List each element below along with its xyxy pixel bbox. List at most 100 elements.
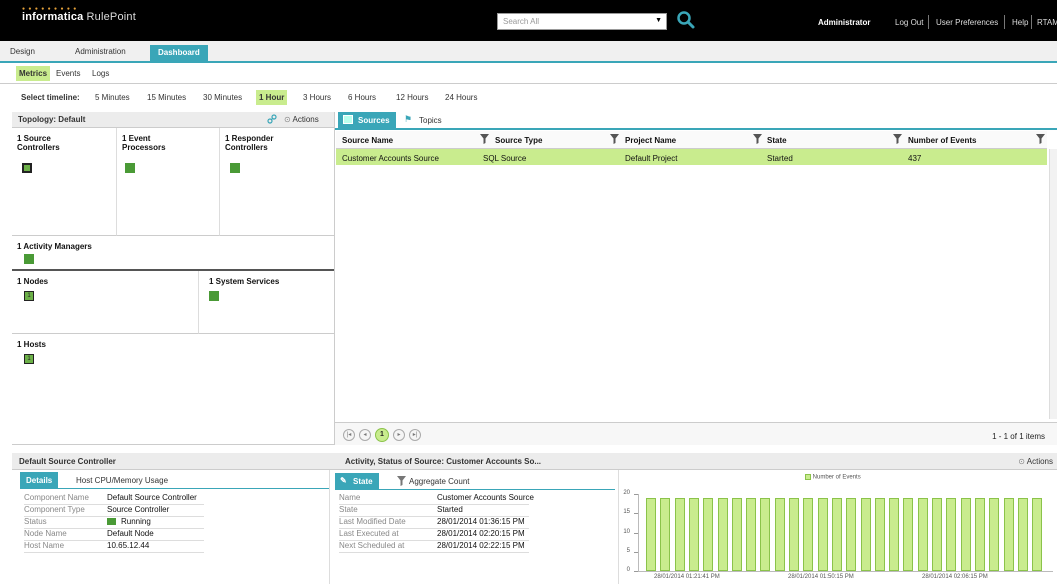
nodes-label: 1 Nodes — [17, 277, 49, 286]
col-source-name[interactable]: Source Name — [342, 133, 393, 149]
separator — [1004, 15, 1005, 29]
source-controllers-cell[interactable]: 1 Source Controllers — [12, 128, 117, 236]
chart-bar[interactable] — [774, 497, 785, 571]
tab-details[interactable]: Details — [20, 472, 59, 488]
y-tick-label: 0 — [626, 567, 630, 573]
hosts-cell[interactable]: 1 Hosts 1 — [12, 334, 334, 445]
tab-design[interactable]: Design — [10, 47, 35, 56]
first-page-button[interactable]: |◂ — [343, 429, 355, 441]
system-services-cell[interactable]: 1 System Services — [199, 271, 334, 334]
last-page-button[interactable]: ▸| — [409, 429, 421, 441]
timeline-6-hours[interactable]: 6 Hours — [348, 93, 376, 102]
chart-bar[interactable] — [646, 497, 656, 571]
main-tabs: Design Administration Dashboard — [0, 41, 1057, 63]
chart-bar[interactable] — [960, 497, 971, 571]
chart-bar[interactable] — [846, 497, 857, 571]
chart-bar[interactable] — [1017, 497, 1028, 571]
timeline-15-minutes[interactable]: 15 Minutes — [147, 93, 186, 102]
tab-aggregate-count[interactable]: Aggregate Count — [393, 473, 476, 489]
controller-panel-header: Default Source Controller — [12, 453, 329, 470]
chart-bar[interactable] — [889, 497, 900, 571]
tab-underline — [335, 489, 615, 490]
tab-sources[interactable]: Sources — [338, 112, 396, 128]
system-service-status[interactable] — [209, 291, 219, 301]
event-processors-cell[interactable]: 1 Event Processors — [117, 128, 220, 236]
search-dropdown-icon[interactable]: ▼ — [655, 17, 662, 24]
col-source-type[interactable]: Source Type — [483, 133, 542, 149]
chart-bar[interactable] — [817, 497, 828, 571]
chart-bar[interactable] — [660, 497, 671, 571]
chart-bar[interactable] — [974, 497, 985, 571]
search-icon[interactable] — [676, 10, 696, 30]
current-page[interactable]: 1 — [375, 428, 389, 442]
subtab-metrics[interactable]: Metrics — [16, 66, 51, 81]
timeline-12-hours[interactable]: 12 Hours — [396, 93, 428, 102]
tab-dashboard[interactable]: Dashboard — [150, 45, 208, 62]
scrollbar[interactable] — [1049, 149, 1057, 419]
chart-bar[interactable] — [703, 497, 714, 571]
responder-controller-status[interactable] — [230, 163, 240, 173]
rtam-link[interactable]: RTAM — [1037, 18, 1057, 27]
chart-bar[interactable] — [688, 497, 699, 571]
timeline-3-hours[interactable]: 3 Hours — [303, 93, 331, 102]
logout-link[interactable]: Log Out — [895, 18, 923, 27]
table-row[interactable] — [336, 149, 1047, 165]
search-input[interactable]: Search All ▼ — [497, 13, 667, 30]
controller-panel-title: Default Source Controller — [19, 457, 116, 466]
subtab-events[interactable]: Events — [56, 69, 80, 78]
detail-value: Default Source Controller — [107, 493, 197, 502]
chart-bar[interactable] — [1032, 497, 1043, 571]
row-divider — [339, 552, 529, 553]
activity-managers-cell[interactable]: 1 Activity Managers — [12, 236, 334, 271]
chart-bar[interactable] — [946, 497, 957, 571]
timeline-24-hours[interactable]: 24 Hours — [445, 93, 477, 102]
help-link[interactable]: Help — [1012, 18, 1028, 27]
actions-menu[interactable]: ⊙ Actions — [284, 115, 319, 124]
responder-controllers-cell[interactable]: 1 Responder Controllers — [220, 128, 334, 236]
timeline-30-minutes[interactable]: 30 Minutes — [203, 93, 242, 102]
filter-icon[interactable] — [1036, 134, 1045, 144]
user-preferences-link[interactable]: User Preferences — [936, 18, 998, 27]
tab-state[interactable]: ✎ State — [335, 473, 379, 489]
chart-bar[interactable] — [674, 497, 685, 571]
tab-topics[interactable]: ⚑ Topics — [399, 112, 448, 128]
chart-bar[interactable] — [860, 497, 871, 571]
host-status[interactable]: 1 — [24, 354, 34, 364]
next-page-button[interactable]: ▸ — [393, 429, 405, 441]
col-state[interactable]: State — [755, 133, 787, 149]
chart-bar[interactable] — [746, 497, 757, 571]
chart-bar[interactable] — [717, 497, 728, 571]
node-status[interactable]: 1 — [24, 291, 34, 301]
source-controller-status[interactable] — [22, 163, 32, 173]
timeline-1-hour[interactable]: 1 Hour — [256, 90, 288, 105]
tab-administration[interactable]: Administration — [75, 47, 126, 56]
chart-bar[interactable] — [831, 497, 842, 571]
activity-actions-menu[interactable]: ⊙ Actions — [1018, 457, 1053, 466]
chart-bar[interactable] — [989, 497, 1000, 571]
detail-value: Customer Accounts Source — [437, 493, 534, 502]
chart-bar[interactable] — [760, 497, 771, 571]
link-icon[interactable] — [267, 114, 277, 124]
chart-bar[interactable] — [932, 497, 942, 571]
app-logo[interactable]: ● ● ● ● ● ● ● ● ● informatica RulePoint — [22, 6, 136, 23]
x-axis — [638, 571, 1053, 572]
detail-key: Component Type — [24, 505, 85, 514]
subtab-logs[interactable]: Logs — [92, 69, 109, 78]
prev-page-button[interactable]: ◂ — [359, 429, 371, 441]
chart-bar[interactable] — [917, 497, 928, 571]
chart-bar[interactable] — [874, 497, 885, 571]
chart-bar[interactable] — [731, 497, 742, 571]
detail-value: Running — [121, 517, 151, 526]
activity-manager-status[interactable] — [24, 254, 34, 264]
tab-host-cpu-memory[interactable]: Host CPU/Memory Usage — [70, 472, 174, 488]
col-project-name[interactable]: Project Name — [611, 133, 676, 149]
nodes-cell[interactable]: 1 Nodes 1 — [12, 271, 199, 334]
timeline-5-minutes[interactable]: 5 Minutes — [95, 93, 130, 102]
chart-bar[interactable] — [903, 497, 914, 571]
chart-bar[interactable] — [789, 497, 799, 571]
detail-value: 10.65.12.44 — [107, 541, 150, 550]
event-processor-status[interactable] — [125, 163, 135, 173]
chart-bar[interactable] — [1003, 497, 1014, 571]
col-number-of-events[interactable]: Number of Events — [896, 133, 976, 149]
chart-bar[interactable] — [803, 497, 814, 571]
